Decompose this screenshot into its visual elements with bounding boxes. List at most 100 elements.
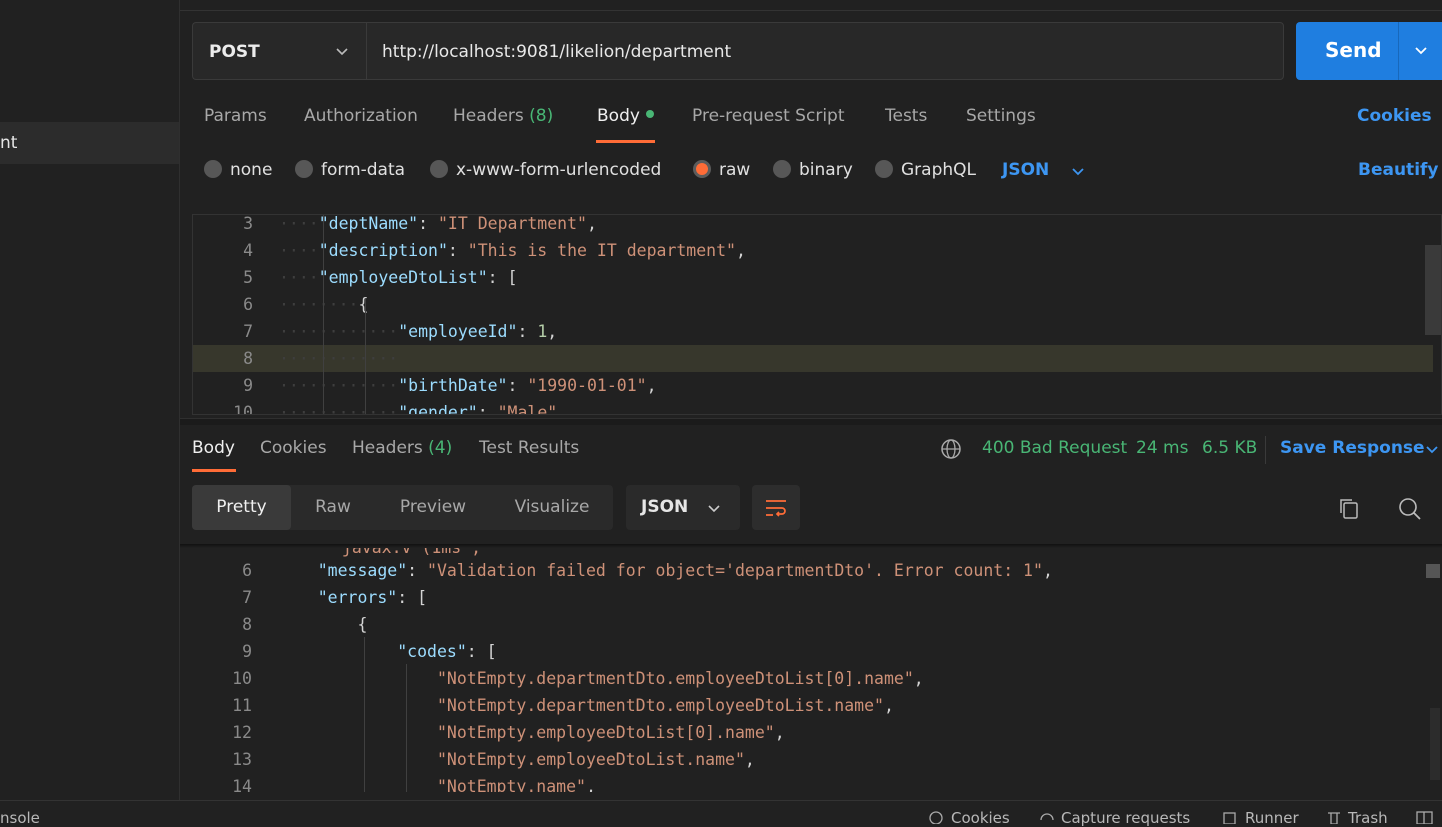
response-format-select[interactable]: JSON: [626, 485, 740, 530]
chevron-down-icon[interactable]: [1070, 163, 1086, 179]
line-number: 9: [242, 642, 252, 661]
tab-strip: [180, 0, 1442, 11]
layout-icon[interactable]: [1416, 810, 1434, 824]
method-label: POST: [209, 42, 260, 62]
code-text: "NotEmpty.name",: [436, 777, 596, 792]
response-tab-body[interactable]: Body: [192, 438, 235, 458]
line-number: 8: [242, 615, 252, 634]
body-format-select[interactable]: JSON: [1002, 160, 1049, 180]
code-text: ············"employeeId": 1,: [279, 322, 558, 341]
code-text: ············"gender": "Male": [279, 403, 558, 415]
radio-binary[interactable]: binary: [773, 160, 853, 180]
code-line: 12 "NotEmpty.employeeDtoList[0].name",: [192, 719, 1432, 746]
trash-button[interactable]: Trash: [1348, 809, 1388, 827]
sidebar-item-selected[interactable]: nt: [0, 122, 179, 164]
capture-icon: [1040, 813, 1054, 821]
runner-button[interactable]: Runner: [1245, 809, 1299, 827]
code-line: 10 ············"gender": "Male": [193, 399, 1433, 415]
radio-raw[interactable]: raw: [693, 160, 750, 180]
response-tab-test-results[interactable]: Test Results: [479, 438, 579, 458]
chevron-down-icon: [336, 48, 348, 56]
code-line: 9 ············"birthDate": "1990-01-01",: [193, 372, 1433, 399]
code-text: {: [357, 615, 368, 634]
code-line: 4 ····"description": "This is the IT depa…: [193, 237, 1433, 264]
code-line: 10 "NotEmpty.departmentDto.employeeDtoLi…: [192, 665, 1432, 692]
view-visualize[interactable]: Visualize: [491, 485, 613, 530]
line-number: 6: [243, 295, 253, 314]
capture-requests-button[interactable]: Capture requests: [1061, 809, 1190, 827]
request-workspace: POST http://localhost:9081/likelion/depa…: [180, 0, 1442, 800]
view-mode-segmented: Pretty Raw Preview Visualize: [192, 485, 613, 530]
response-body-viewer[interactable]: "javax.v"(1ms", 6 "message": "Validation…: [192, 548, 1442, 792]
line-number: 3: [243, 214, 253, 233]
code-line: 7 "errors": [: [192, 584, 1432, 611]
save-response-button[interactable]: Save Response: [1280, 438, 1425, 458]
tab-body[interactable]: Body: [597, 106, 654, 126]
code-text: ············"birthDate": "1990-01-01",: [279, 376, 657, 395]
line-number: 4: [243, 241, 253, 260]
chevron-down-icon[interactable]: [1413, 42, 1429, 58]
code-line: 8 ············: [193, 345, 1433, 372]
response-tab-cookies[interactable]: Cookies: [260, 438, 327, 458]
code-line: 14 "NotEmpty.name",: [192, 773, 1432, 792]
view-raw[interactable]: Raw: [291, 485, 375, 530]
search-icon[interactable]: [1398, 497, 1422, 521]
tab-settings[interactable]: Settings: [966, 106, 1036, 126]
code-line: 11 "NotEmpty.departmentDto.employeeDtoLi…: [192, 692, 1432, 719]
method-select[interactable]: POST: [192, 22, 366, 80]
line-number: 7: [242, 588, 252, 607]
tab-tests[interactable]: Tests: [885, 106, 927, 126]
console-button[interactable]: nsole: [0, 809, 40, 827]
radio-circle-selected: [693, 160, 711, 178]
code-text: ····"employeeDtoList": [: [279, 268, 518, 287]
code-text: "NotEmpty.employeeDtoList.name",: [436, 750, 755, 769]
view-pretty[interactable]: Pretty: [192, 485, 291, 530]
radio-label: form-data: [321, 160, 406, 180]
send-button[interactable]: Send: [1296, 22, 1442, 80]
request-body-editor[interactable]: 3 ····"deptName": "IT Department", 4 ····"d…: [192, 214, 1442, 415]
radio-circle: [773, 160, 791, 178]
radio-graphql[interactable]: GraphQL: [875, 160, 976, 180]
code-text: "errors": [: [317, 588, 428, 607]
view-preview[interactable]: Preview: [375, 485, 491, 530]
indent-guide: [323, 215, 324, 414]
code-text: "NotEmpty.departmentDto.employeeDtoList[…: [436, 669, 924, 688]
chevron-down-icon[interactable]: [1424, 441, 1440, 457]
response-scrollbar-thumb[interactable]: [1426, 564, 1440, 578]
radio-x-www-form-urlencoded[interactable]: x-www-form-urlencoded: [430, 160, 661, 180]
status-code[interactable]: 400 Bad Request: [982, 438, 1127, 458]
tab-authorization[interactable]: Authorization: [304, 106, 418, 126]
indent-guide: [364, 637, 365, 792]
tab-pre-request-script[interactable]: Pre-request Script: [692, 106, 845, 126]
url-text: http://localhost:9081/likelion/departmen…: [382, 42, 732, 62]
sidebar-item-label: nt: [0, 133, 18, 153]
line-number: 7: [243, 322, 253, 341]
pane-divider[interactable]: [180, 418, 1442, 425]
line-number: 14: [232, 777, 252, 792]
wrap-lines-button[interactable]: [752, 485, 800, 530]
response-size[interactable]: 6.5 KB: [1202, 438, 1257, 458]
copy-icon[interactable]: [1338, 497, 1360, 521]
line-number: 5: [243, 268, 253, 287]
radio-none[interactable]: none: [204, 160, 272, 180]
code-line: 13 "NotEmpty.employeeDtoList.name",: [192, 746, 1432, 773]
code-text: ····"description": "This is the IT depar…: [279, 241, 746, 260]
code-line: 9 "codes": [: [192, 638, 1432, 665]
send-divider: [1398, 22, 1399, 80]
code-text: "codes": [: [397, 642, 497, 661]
cookies-button[interactable]: Cookies: [951, 809, 1010, 827]
chevron-down-icon: [708, 505, 720, 513]
response-time[interactable]: 24 ms: [1136, 438, 1188, 458]
radio-label: none: [230, 160, 273, 180]
tab-params[interactable]: Params: [204, 106, 267, 126]
cookies-link[interactable]: Cookies: [1357, 106, 1432, 126]
radio-form-data[interactable]: form-data: [295, 160, 405, 180]
response-headers-label: Headers: [352, 438, 423, 458]
globe-icon[interactable]: [940, 438, 962, 460]
body-indicator-dot: [645, 110, 654, 118]
url-input[interactable]: http://localhost:9081/likelion/departmen…: [366, 22, 1284, 80]
request-editor-scrollbar[interactable]: [1425, 245, 1441, 335]
tab-headers[interactable]: Headers (8): [453, 106, 553, 126]
beautify-link[interactable]: Beautify: [1358, 160, 1439, 180]
response-tab-headers[interactable]: Headers (4): [352, 438, 452, 458]
